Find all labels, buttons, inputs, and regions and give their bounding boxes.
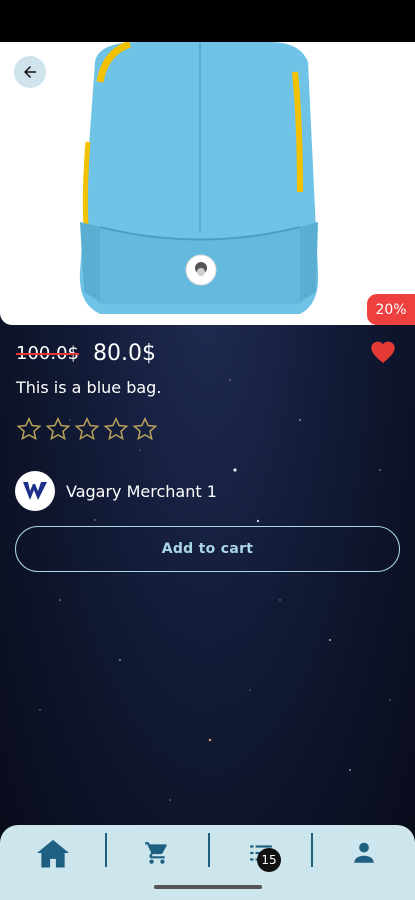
star-outline-icon[interactable] bbox=[45, 416, 71, 442]
home-indicator bbox=[154, 885, 262, 889]
star-outline-icon[interactable] bbox=[132, 416, 158, 442]
cart-icon bbox=[145, 842, 167, 864]
merchant-name: Vagary Merchant 1 bbox=[66, 481, 217, 501]
price-row: 100.0$ 80.0$ bbox=[16, 338, 156, 368]
product-description: This is a blue bag. bbox=[16, 378, 162, 397]
original-price: 100.0$ bbox=[16, 342, 79, 364]
nav-divider bbox=[208, 833, 210, 867]
nav-divider bbox=[105, 833, 107, 867]
back-button[interactable] bbox=[14, 56, 46, 88]
star-outline-icon[interactable] bbox=[103, 416, 129, 442]
nav-profile[interactable] bbox=[333, 825, 395, 881]
orders-count-badge: 15 bbox=[257, 848, 281, 872]
merchant-link[interactable]: Vagary Merchant 1 bbox=[15, 471, 217, 511]
nav-home[interactable] bbox=[22, 825, 84, 881]
status-bar bbox=[0, 0, 415, 42]
add-to-cart-button[interactable]: Add to cart bbox=[15, 526, 400, 572]
star-outline-icon[interactable] bbox=[74, 416, 100, 442]
heart-icon[interactable] bbox=[369, 338, 397, 364]
rating-stars[interactable] bbox=[16, 416, 158, 442]
discount-badge: 20% bbox=[367, 294, 415, 325]
nav-cart[interactable] bbox=[126, 825, 188, 881]
arrow-left-icon bbox=[24, 66, 36, 78]
product-image bbox=[0, 42, 415, 325]
merchant-avatar bbox=[15, 471, 55, 511]
merchant-w-logo bbox=[23, 482, 47, 500]
backpack-photo bbox=[79, 42, 319, 314]
home-icon bbox=[37, 839, 69, 868]
star-outline-icon[interactable] bbox=[16, 416, 42, 442]
nav-divider bbox=[311, 833, 313, 867]
sale-price: 80.0$ bbox=[92, 340, 156, 366]
profile-icon bbox=[354, 842, 374, 863]
